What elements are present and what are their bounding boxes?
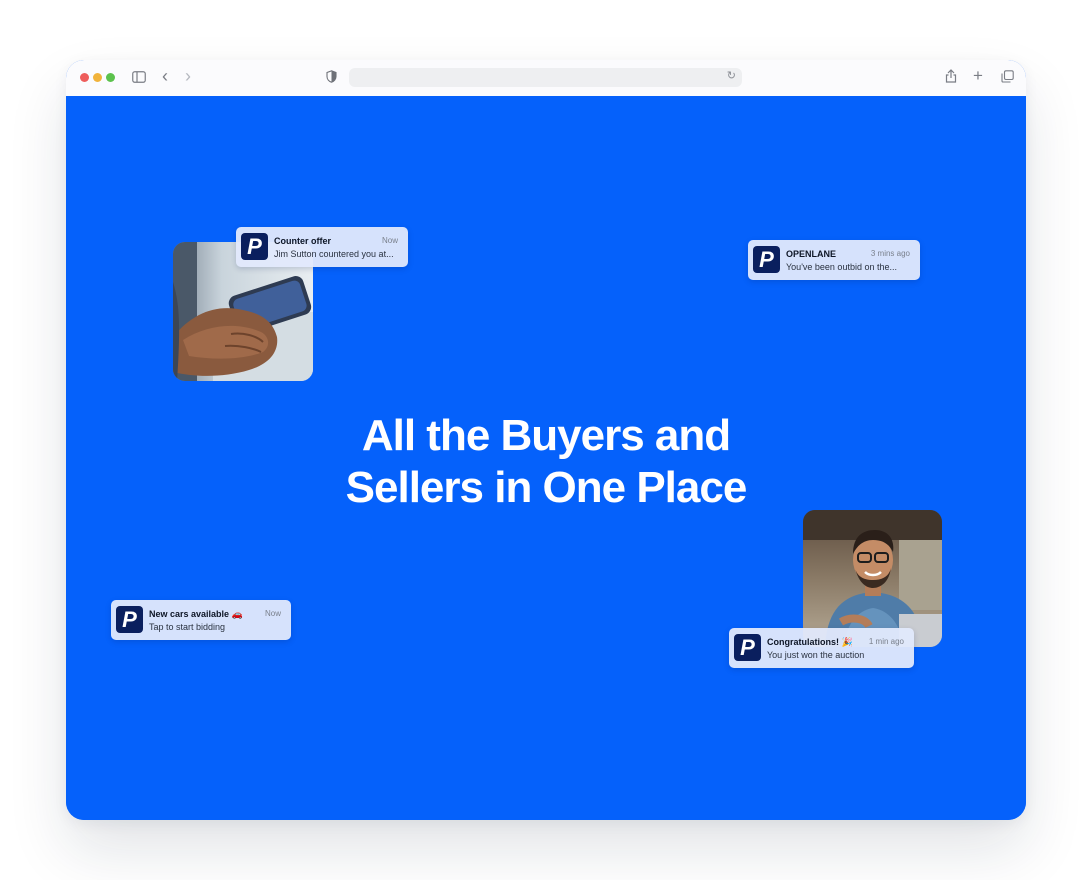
notification-title: Counter offer [274,236,331,246]
notification-time: Now [381,236,398,245]
new-tab-button[interactable]: + [973,67,983,85]
zoom-window-button[interactable] [106,73,115,82]
new-cars-notification[interactable]: P New cars available 🚗 Tap to start bidd… [111,600,291,640]
notification-text: You've been outbid on the... [786,262,897,272]
openlane-logo-icon: P [734,634,761,661]
minimize-window-button[interactable] [93,73,102,82]
browser-toolbar: ‹ › ↻ + [66,60,1026,96]
browser-window: ‹ › ↻ + All the Buyers and Sellers in On… [66,60,1026,820]
hero-headline-line-2: Sellers in One Place [345,463,748,512]
auction-won-notification[interactable]: P Congratulations! 🎉 You just won the au… [729,628,914,668]
hero-headline-line-1: All the Buyers and [361,411,731,460]
close-window-button[interactable] [80,73,89,82]
notification-text: You just won the auction [767,650,865,660]
address-bar[interactable]: ↻ [349,68,742,87]
share-icon[interactable] [945,69,957,87]
privacy-shield-icon[interactable] [326,69,337,87]
openlane-logo-icon: P [116,606,143,633]
hero-section: All the Buyers and Sellers in One Place … [66,96,1026,820]
counter-offer-notification[interactable]: P Counter offer Jim Sutton countered you… [236,227,408,267]
tabs-overview-icon[interactable] [1001,69,1014,87]
openlane-logo-icon: P [241,233,268,260]
reload-icon[interactable]: ↻ [727,69,736,82]
notification-text: Jim Sutton countered you at... [274,249,394,259]
notification-time: 3 mins ago [870,249,910,258]
notification-text: Tap to start bidding [149,622,226,632]
back-button[interactable]: ‹ [162,67,168,85]
notification-time: Now [264,609,281,618]
hero-headline: All the Buyers and Sellers in One Place [66,410,1026,514]
notification-title: OPENLANE [786,249,837,259]
smiling-man-photo [803,510,942,647]
sidebar-toggle-icon[interactable] [132,69,146,87]
notification-title: New cars available 🚗 [149,609,243,619]
notification-title: Congratulations! 🎉 [767,637,853,647]
forward-button[interactable]: › [185,67,191,85]
openlane-logo-icon: P [753,246,780,273]
outbid-notification[interactable]: P OPENLANE You've been outbid on the... … [748,240,920,280]
notification-time: 1 min ago [868,637,904,646]
